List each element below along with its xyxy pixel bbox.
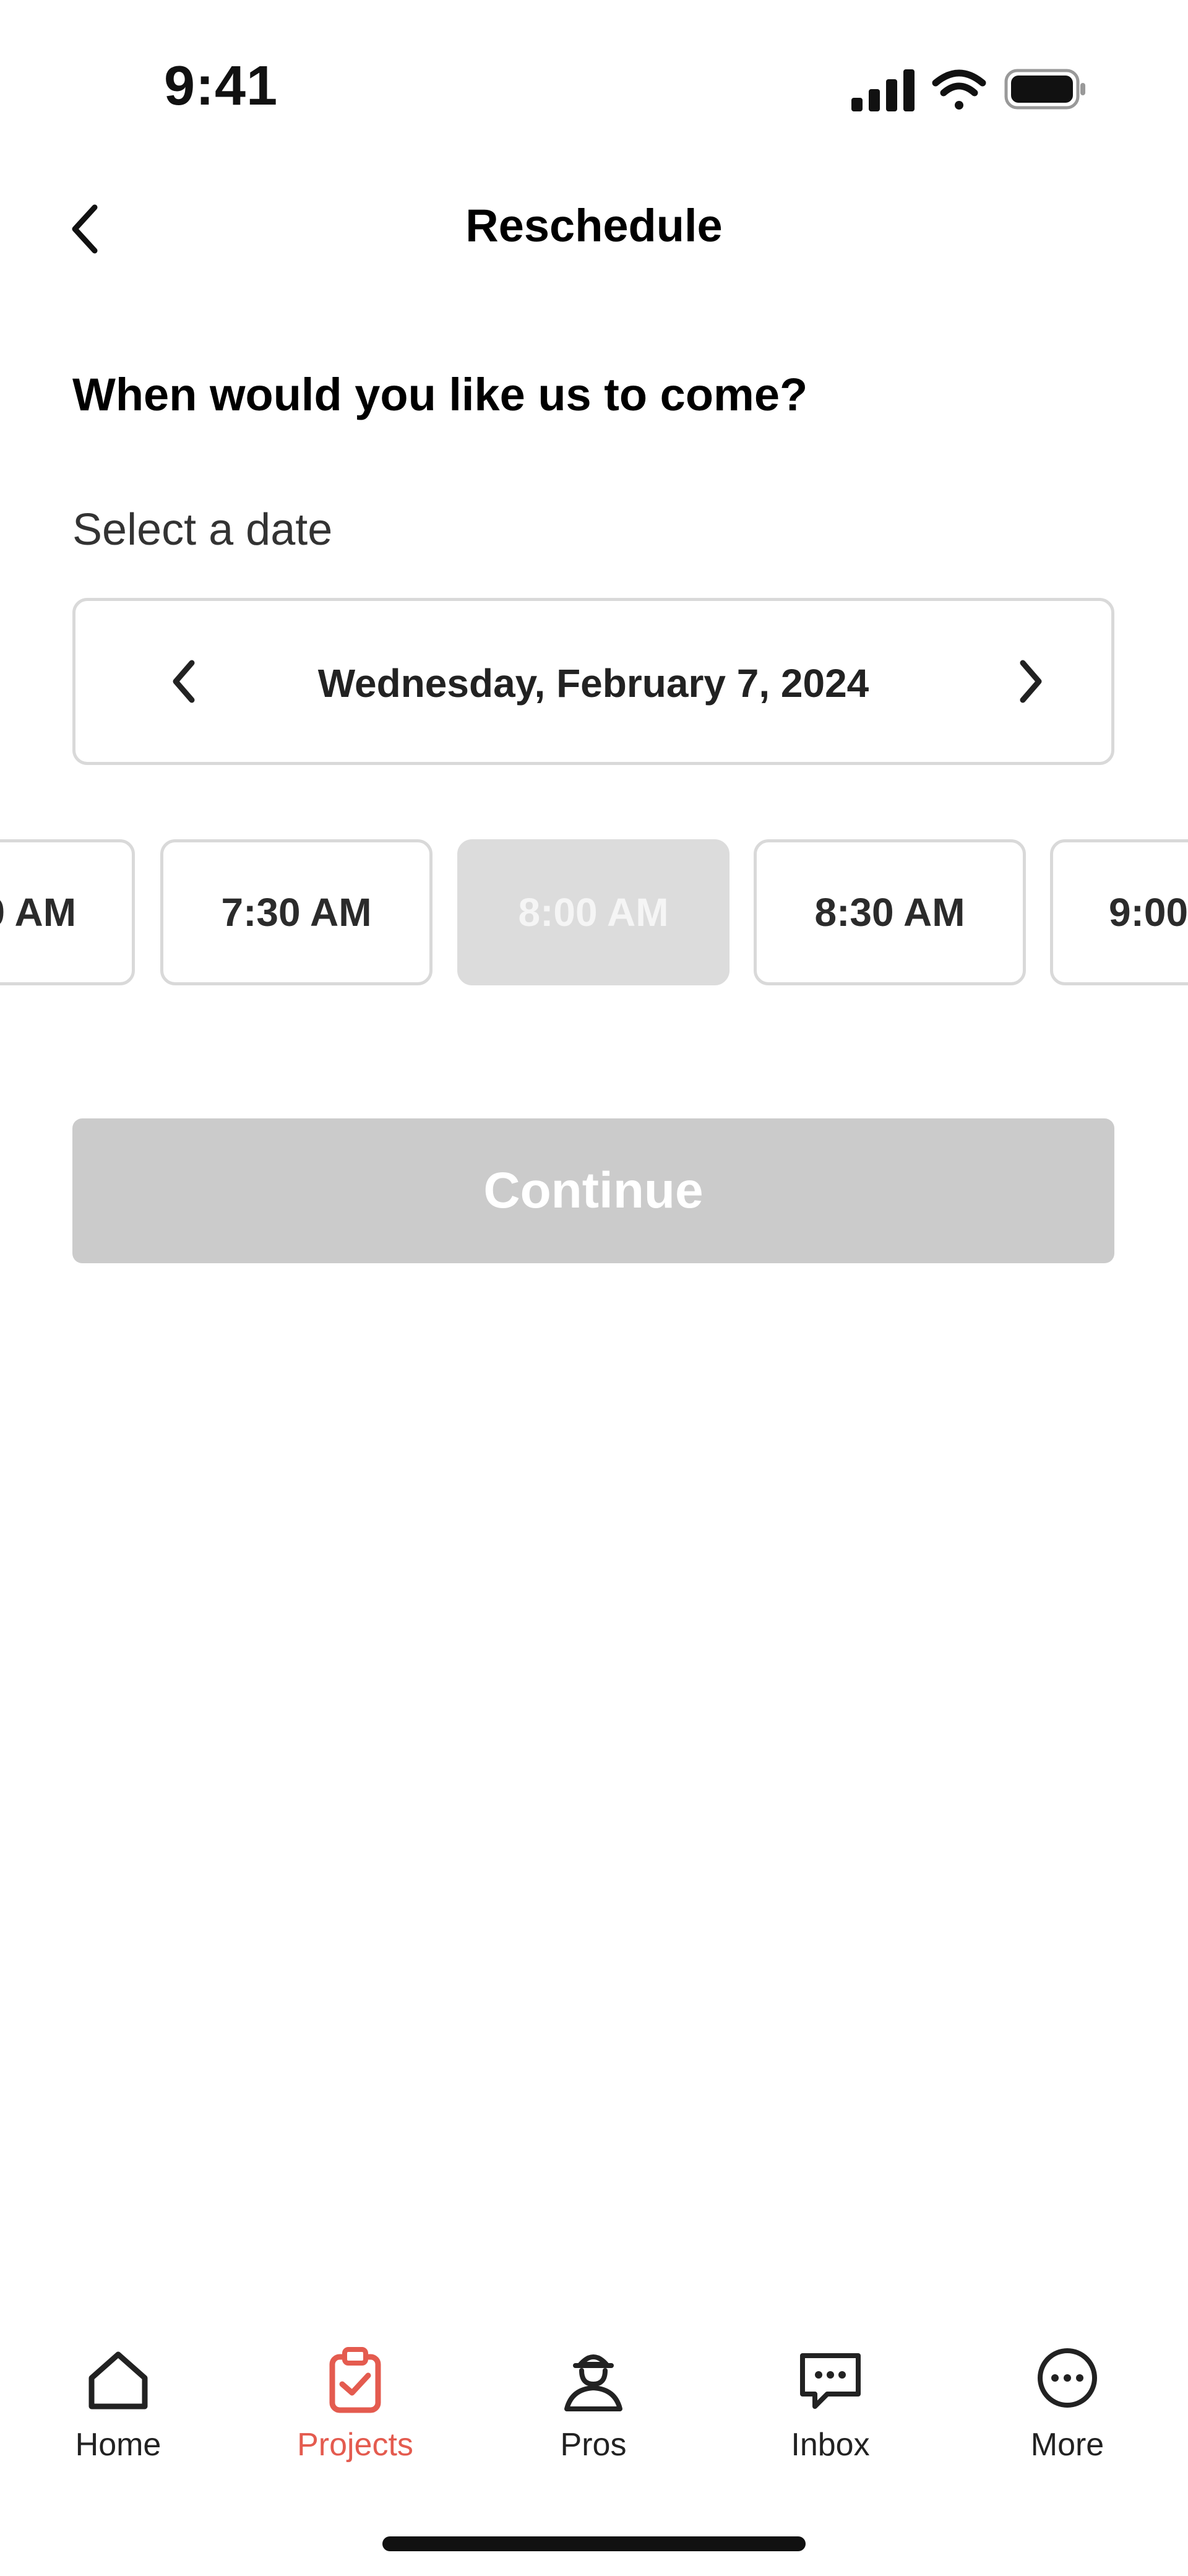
pro-person-icon bbox=[564, 2354, 622, 2411]
tab-label: Inbox bbox=[791, 2427, 870, 2463]
clipboard-check-icon bbox=[329, 2347, 381, 2413]
status-time: 9:41 bbox=[164, 55, 278, 117]
tab-label: Projects bbox=[297, 2427, 413, 2463]
tab-label: Home bbox=[75, 2427, 161, 2463]
time-slot-8-00: 8:00 AM bbox=[457, 839, 730, 985]
time-slot-label: 0 AM bbox=[0, 890, 76, 935]
question-heading: When would you like us to come? bbox=[72, 369, 808, 420]
time-slot-label: 7:30 AM bbox=[221, 890, 372, 935]
wifi-icon bbox=[932, 69, 986, 110]
tab-pros[interactable]: Pros bbox=[501, 2346, 686, 2476]
time-slot-8-30[interactable]: 8:30 AM bbox=[754, 839, 1026, 985]
tab-more[interactable]: More bbox=[975, 2346, 1160, 2476]
status-icons bbox=[851, 69, 1085, 111]
battery-icon bbox=[1004, 69, 1085, 110]
time-slot-7-00[interactable]: 0 AM bbox=[0, 839, 135, 985]
selected-date[interactable]: Wednesday, February 7, 2024 bbox=[75, 660, 1111, 706]
time-slot-7-30[interactable]: 7:30 AM bbox=[160, 839, 433, 985]
next-date-button[interactable] bbox=[997, 647, 1065, 715]
more-circle-icon bbox=[1038, 2348, 1097, 2408]
tab-inbox[interactable]: Inbox bbox=[738, 2346, 923, 2476]
time-slot-label: 9:00 bbox=[1109, 890, 1188, 935]
chat-bubble-icon bbox=[800, 2353, 861, 2409]
date-label: Select a date bbox=[72, 505, 333, 555]
continue-button[interactable]: Continue bbox=[72, 1118, 1114, 1263]
time-slot-label: 8:30 AM bbox=[814, 890, 965, 935]
tab-home[interactable]: Home bbox=[25, 2346, 211, 2476]
tab-label: Pros bbox=[560, 2427, 627, 2463]
time-slot-9-00[interactable]: 9:00 bbox=[1050, 839, 1188, 985]
time-slot-label: 8:00 AM bbox=[518, 890, 669, 935]
time-slot-list[interactable]: 0 AM 7:30 AM 8:00 AM 8:30 AM 9:00 bbox=[0, 839, 1188, 985]
tab-label: More bbox=[1030, 2427, 1104, 2463]
date-picker: Wednesday, February 7, 2024 bbox=[72, 598, 1114, 765]
chevron-right-icon bbox=[1020, 660, 1042, 703]
home-icon bbox=[88, 2351, 148, 2410]
signal-icon bbox=[851, 69, 915, 111]
home-indicator bbox=[382, 2536, 806, 2551]
page-title: Reschedule bbox=[465, 200, 723, 251]
tab-projects[interactable]: Projects bbox=[262, 2346, 448, 2476]
